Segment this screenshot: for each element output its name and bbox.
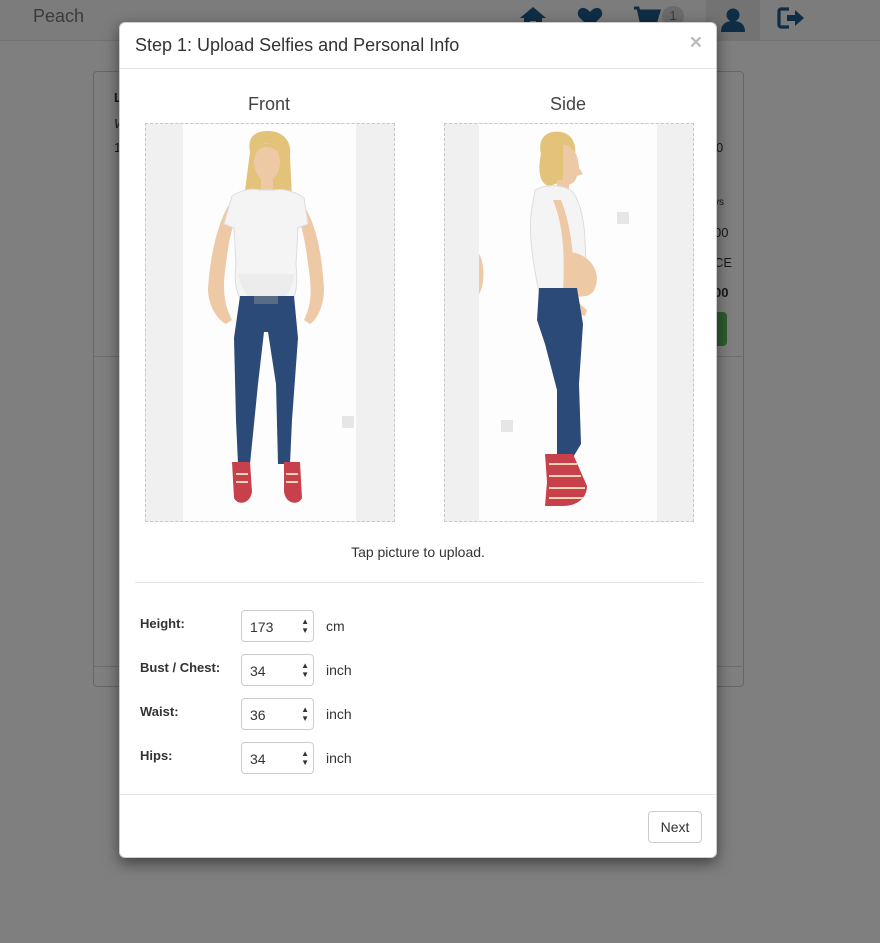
bust-value: 34 xyxy=(250,663,266,679)
close-button[interactable]: × xyxy=(690,32,702,53)
height-value: 173 xyxy=(250,619,274,635)
height-unit: cm xyxy=(326,618,345,634)
bust-unit: inch xyxy=(326,662,352,678)
modal-footer-divider xyxy=(120,794,716,795)
modal-title: Step 1: Upload Selfies and Personal Info xyxy=(135,35,460,55)
next-button[interactable]: Next xyxy=(648,811,702,843)
updown-arrows-icon: ▲ ▼ xyxy=(301,749,309,767)
hips-stepper[interactable]: 34 ▲ ▼ xyxy=(241,742,314,774)
front-label: Front xyxy=(247,94,290,114)
front-photo-image xyxy=(208,131,354,503)
updown-arrows-icon: ▲ ▼ xyxy=(301,661,309,679)
hips-label: Hips: xyxy=(140,748,173,763)
updown-arrows-icon: ▲ ▼ xyxy=(301,705,309,723)
modal-header: Step 1: Upload Selfies and Personal Info… xyxy=(120,23,716,69)
waist-stepper[interactable]: 36 ▲ ▼ xyxy=(241,698,314,730)
side-label: Side xyxy=(549,94,587,114)
side-photo-upload[interactable] xyxy=(444,123,694,522)
upload-modal: Step 1: Upload Selfies and Personal Info… xyxy=(119,22,717,858)
waist-unit: inch xyxy=(326,706,352,722)
front-photo-upload[interactable] xyxy=(145,123,395,522)
upload-hint: Tap picture to upload. xyxy=(351,544,485,560)
updown-arrows-icon: ▲ ▼ xyxy=(301,617,309,635)
height-label: Height: xyxy=(140,616,185,631)
bust-label: Bust / Chest: xyxy=(140,660,221,675)
bust-stepper[interactable]: 34 ▲ ▼ xyxy=(241,654,314,686)
side-photo-image xyxy=(479,131,629,506)
height-stepper[interactable]: 173 ▲ ▼ xyxy=(241,610,314,642)
waist-label: Waist: xyxy=(140,704,179,719)
hips-value: 34 xyxy=(250,751,266,767)
section-divider xyxy=(135,582,703,583)
waist-value: 36 xyxy=(250,707,266,723)
hips-unit: inch xyxy=(326,750,352,766)
